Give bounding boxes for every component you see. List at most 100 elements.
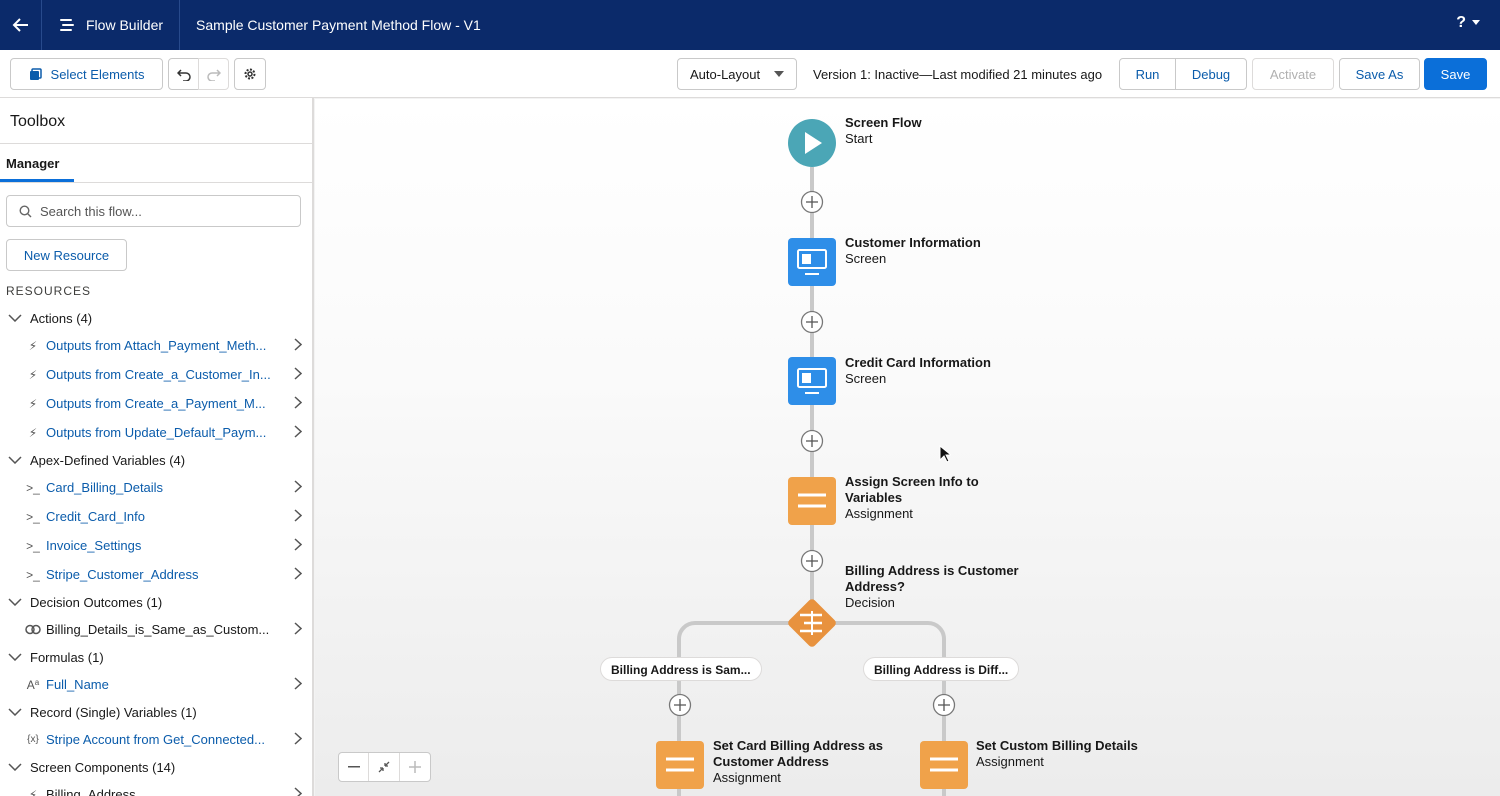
add-element-button[interactable] (932, 693, 956, 717)
node-type: Decision (845, 595, 895, 610)
flow-title: Sample Customer Payment Method Flow - V1 (196, 17, 481, 33)
resource-item-label: Stripe Account from Get_Connected... (46, 732, 265, 747)
run-button[interactable]: Run (1119, 58, 1176, 90)
add-element-button[interactable] (800, 549, 824, 573)
resource-item-label: Credit_Card_Info (46, 509, 145, 524)
tree-group-screen-components[interactable]: Screen Components (14) (0, 754, 312, 780)
node-title: Set Custom Billing Details (976, 738, 1138, 753)
node-title: Assign Screen Info to (845, 474, 979, 489)
undo-button[interactable] (168, 58, 199, 90)
zoom-out-button[interactable] (339, 753, 370, 781)
assignment-node-assign-screen-info[interactable] (788, 477, 836, 525)
resource-item[interactable]: ⚡︎ Outputs from Create_a_Payment_M... (0, 389, 312, 418)
decision-label: Billing Address is Customer Address? Dec… (845, 563, 1019, 611)
variable-icon: >_ (26, 480, 40, 495)
resource-item[interactable]: Billing_Details_is_Same_as_Custom... (0, 615, 312, 644)
record-variable-icon: {x} (27, 734, 39, 745)
zoom-controls (338, 752, 431, 782)
node-type: Assignment (713, 770, 781, 785)
outcome-left-pill[interactable]: Billing Address is Sam... (600, 657, 762, 681)
plus-icon (408, 761, 421, 773)
search-input[interactable] (40, 203, 280, 219)
tree-group-label: Formulas (1) (30, 649, 104, 665)
tree-group-actions[interactable]: Actions (4) (0, 305, 312, 331)
resource-item-label: Invoice_Settings (46, 538, 142, 553)
minus-icon (347, 766, 360, 768)
chevron-right-icon (294, 567, 302, 580)
back-arrow-icon (12, 18, 28, 32)
resource-item[interactable]: >_ Card_Billing_Details (0, 473, 312, 502)
search-field[interactable] (6, 195, 301, 227)
chevron-down-icon (1472, 20, 1480, 25)
start-node[interactable] (788, 119, 836, 167)
chevron-right-icon (294, 677, 302, 690)
select-elements-button[interactable]: Select Elements (10, 58, 163, 90)
node-title: Credit Card Information (845, 355, 991, 370)
assignment-node-set-custom-billing-details[interactable] (920, 741, 968, 789)
save-as-button[interactable]: Save As (1339, 58, 1420, 90)
add-element-button[interactable] (800, 429, 824, 453)
tab-manager[interactable]: Manager (0, 144, 74, 182)
outcome-right-pill[interactable]: Billing Address is Diff... (863, 657, 1020, 681)
back-button[interactable] (0, 0, 42, 50)
save-button[interactable]: Save (1424, 58, 1487, 90)
undo-icon (176, 69, 191, 81)
screen2-label: Credit Card Information Screen (845, 355, 991, 387)
fit-view-button[interactable] (369, 753, 400, 781)
resources-heading: RESOURCES (6, 284, 92, 298)
tree-group-decision-outcomes[interactable]: Decision Outcomes (1) (0, 589, 312, 615)
chevron-right-icon (294, 787, 302, 796)
chevron-right-icon (294, 480, 302, 493)
resource-item[interactable]: >_ Credit_Card_Info (0, 502, 312, 531)
node-type: Screen (845, 251, 887, 266)
resource-item[interactable]: ⚡︎ Outputs from Create_a_Customer_In... (0, 360, 312, 389)
resource-item-label: Outputs from Create_a_Customer_In... (46, 367, 271, 382)
debug-button[interactable]: Debug (1175, 58, 1247, 90)
formula-icon: Aa (26, 677, 40, 692)
tree-group-record-variables[interactable]: Record (Single) Variables (1) (0, 699, 312, 725)
toolbox-panel: Toolbox Manager New Resource RESOURCES A… (0, 98, 314, 796)
node-title-continued: Customer Address (713, 754, 829, 769)
resource-tree: Actions (4) ⚡︎ Outputs from Attach_Paymen… (0, 305, 312, 796)
help-icon: ? (1456, 14, 1466, 31)
resource-item-label: Card_Billing_Details (46, 480, 164, 495)
resource-item[interactable]: Aa Full_Name (0, 670, 312, 699)
decision-node[interactable] (787, 598, 838, 649)
tree-group-apex-variables[interactable]: Apex-Defined Variables (4) (0, 447, 312, 473)
resource-item[interactable]: ⚡︎ Outputs from Attach_Payment_Meth... (0, 331, 312, 360)
resource-item-label: Billing_Details_is_Same_as_Custom... (46, 622, 270, 637)
layout-select[interactable]: Auto-Layout (677, 58, 797, 90)
add-element-button[interactable] (800, 310, 824, 334)
resource-item[interactable]: {x} Stripe Account from Get_Connected... (0, 725, 312, 754)
zoom-in-button[interactable] (400, 753, 430, 781)
screen-node-credit-card-information[interactable] (788, 357, 836, 405)
new-resource-button[interactable]: New Resource (6, 239, 127, 271)
chevron-right-icon (294, 396, 302, 409)
compress-icon (378, 761, 390, 773)
redo-icon (206, 69, 221, 81)
resource-item[interactable]: >_ Invoice_Settings (0, 531, 312, 560)
tree-group-formulas[interactable]: Formulas (1) (0, 644, 312, 670)
tree-group-label: Record (Single) Variables (1) (30, 704, 197, 720)
assignment-node-set-card-billing-address[interactable] (656, 741, 704, 789)
help-menu[interactable]: ? (1456, 14, 1480, 32)
app-launcher[interactable]: Flow Builder (42, 0, 181, 50)
chevron-down-icon (8, 653, 22, 661)
screen1-label: Customer Information Screen (845, 235, 981, 267)
screen-node-customer-information[interactable] (788, 238, 836, 286)
activate-button[interactable]: Activate (1252, 58, 1334, 90)
layout-select-value: Auto-Layout (690, 66, 761, 82)
flow-canvas[interactable]: Screen Flow Start Customer Information S… (315, 99, 1500, 796)
resource-item[interactable]: >_ Stripe_Customer_Address (0, 560, 312, 589)
resource-item[interactable]: ⚡︎ Outputs from Update_Default_Paym... (0, 418, 312, 447)
add-element-button[interactable] (668, 693, 692, 717)
chevron-right-icon (294, 338, 302, 351)
resource-item[interactable]: ⚡︎ Billing_Address (0, 780, 312, 796)
resource-item-label: Billing_Address (46, 787, 136, 796)
redo-button[interactable] (198, 58, 229, 90)
chevron-down-icon (774, 71, 784, 77)
add-element-button[interactable] (800, 190, 824, 214)
settings-button[interactable] (234, 58, 266, 90)
chevron-down-icon (8, 314, 22, 322)
node-type: Assignment (976, 754, 1044, 769)
